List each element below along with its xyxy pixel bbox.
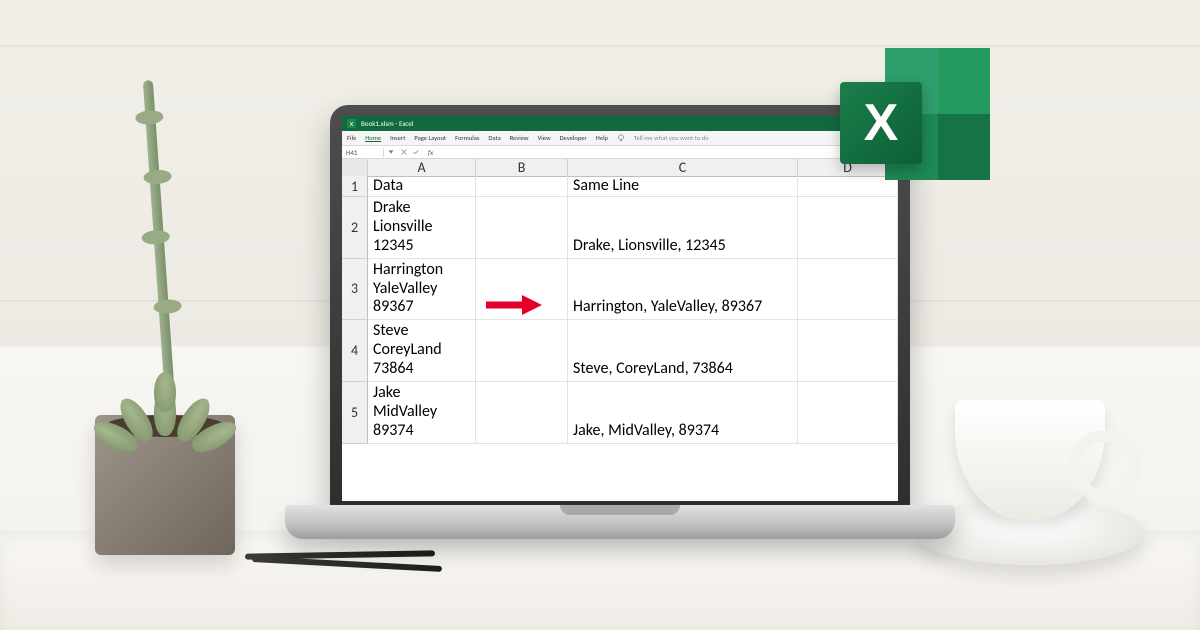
ribbon-tabs: File Home Insert Page Layout Formulas Da…	[342, 131, 898, 146]
cell-d[interactable]	[798, 197, 898, 259]
svg-text:x: x	[350, 119, 354, 128]
table-row: 4Steve CoreyLand 73864 Steve, CoreyLand, …	[342, 320, 898, 382]
cell-b[interactable]	[476, 320, 568, 382]
excel-window: x Book1.xlsm - Excel File Home Insert Pa…	[342, 116, 898, 501]
cell-a[interactable]: Steve CoreyLand 73864	[368, 320, 476, 382]
tab-help[interactable]: Help	[596, 134, 608, 142]
column-headers: A B C D	[342, 159, 898, 176]
formula-bar: H41 fx	[342, 146, 898, 159]
tab-data[interactable]: Data	[488, 134, 500, 142]
excel-titlebar-icon: x	[347, 119, 356, 128]
table-row: 2Drake Lionsville 12345 Drake, Lionsville…	[342, 197, 898, 259]
tab-page-layout[interactable]: Page Layout	[414, 134, 446, 142]
cell-c[interactable]: Jake, MidValley, 89374	[568, 382, 798, 444]
name-box[interactable]: H41	[342, 148, 384, 157]
tab-insert[interactable]: Insert	[390, 134, 405, 142]
table-row: 1Data Same Line	[342, 176, 898, 197]
window-title: Book1.xlsm - Excel	[361, 119, 413, 128]
excel-logo-badge: X	[840, 82, 922, 164]
col-header-b[interactable]: B	[476, 159, 568, 177]
laptop-lid: x Book1.xlsm - Excel File Home Insert Pa…	[330, 105, 910, 513]
cell-b[interactable]	[476, 197, 568, 259]
row-header[interactable]: 2	[342, 197, 368, 259]
check-icon[interactable]	[412, 148, 420, 156]
spreadsheet-grid: A B C D 1DataSame Line2Drake Lionsville …	[342, 159, 898, 501]
cell-a[interactable]: Jake MidValley 89374	[368, 382, 476, 444]
background-scene: x Book1.xlsm - Excel File Home Insert Pa…	[0, 0, 1200, 630]
cell-d[interactable]	[798, 382, 898, 444]
cell-c[interactable]: Same Line	[568, 176, 798, 197]
table-row: 5Jake MidValley 89374 Jake, MidValley, 89…	[342, 382, 898, 444]
tab-home[interactable]: Home	[365, 134, 381, 142]
table-row: 3Harrington YaleValley 89367 Harrington, …	[342, 259, 898, 321]
cell-b[interactable]	[476, 382, 568, 444]
titlebar: x Book1.xlsm - Excel	[342, 116, 898, 131]
cell-d[interactable]	[798, 259, 898, 321]
row-header[interactable]: 3	[342, 259, 368, 321]
col-header-a[interactable]: A	[368, 159, 476, 177]
lightbulb-icon	[617, 134, 625, 142]
row-header[interactable]: 5	[342, 382, 368, 444]
tab-developer[interactable]: Developer	[560, 134, 587, 142]
row-header[interactable]: 1	[342, 176, 368, 197]
succulent-plant	[118, 360, 213, 450]
cell-a[interactable]: Data	[368, 176, 476, 197]
cell-c[interactable]: Drake, Lionsville, 12345	[568, 197, 798, 259]
cell-d[interactable]	[798, 320, 898, 382]
tab-view[interactable]: View	[538, 134, 551, 142]
dropdown-icon[interactable]	[387, 148, 395, 156]
tab-formulas[interactable]: Formulas	[455, 134, 479, 142]
cell-b[interactable]	[476, 176, 568, 197]
cell-b[interactable]	[476, 259, 568, 321]
coffee-cup	[955, 400, 1105, 520]
tell-me-search[interactable]: Tell me what you want to do	[634, 134, 709, 142]
laptop: x Book1.xlsm - Excel File Home Insert Pa…	[330, 105, 910, 575]
col-header-c[interactable]: C	[568, 159, 798, 177]
excel-logo-icon: X	[840, 48, 990, 198]
row-header[interactable]: 4	[342, 320, 368, 382]
laptop-notch	[560, 505, 680, 515]
cell-a[interactable]: Drake Lionsville 12345	[368, 197, 476, 259]
cell-a[interactable]: Harrington YaleValley 89367	[368, 259, 476, 321]
select-all-corner[interactable]	[342, 159, 368, 177]
fx-label[interactable]: fx	[422, 148, 439, 157]
laptop-base	[285, 505, 955, 539]
cancel-icon[interactable]	[400, 148, 408, 156]
tab-file[interactable]: File	[347, 134, 356, 142]
cell-c[interactable]: Steve, CoreyLand, 73864	[568, 320, 798, 382]
cell-c[interactable]: Harrington, YaleValley, 89367	[568, 259, 798, 321]
tab-review[interactable]: Review	[510, 134, 529, 142]
excel-logo-letter: X	[864, 93, 899, 153]
